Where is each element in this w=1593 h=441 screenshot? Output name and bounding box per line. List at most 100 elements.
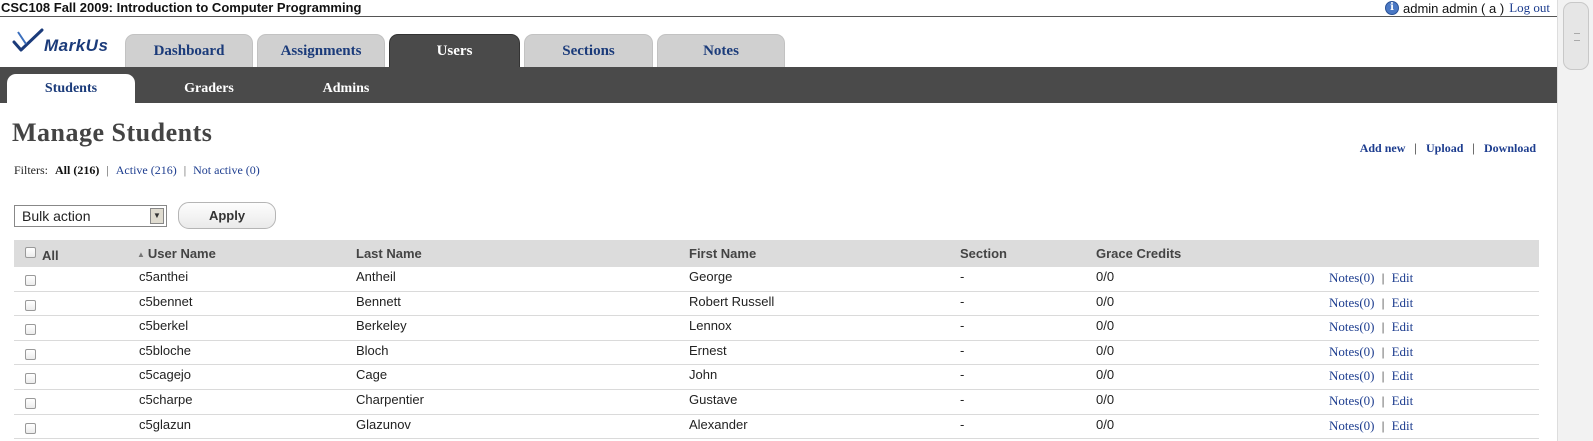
markus-logo[interactable]: MarkUs [12,26,108,56]
edit-link[interactable]: Edit [1392,418,1414,433]
header-grace-credits[interactable]: Grace Credits [1096,246,1181,261]
cell-section: - [960,391,965,407]
row-checkbox[interactable] [25,324,36,336]
page-title: Manage Students [12,118,213,147]
edit-link[interactable]: Edit [1392,270,1414,285]
notes-link[interactable]: Notes(0) [1329,344,1375,359]
user-area: i admin admin ( a ) Log out [1385,0,1550,16]
edit-link[interactable]: Edit [1392,393,1414,408]
tab-notes[interactable]: Notes [657,34,785,67]
notes-link[interactable]: Notes(0) [1329,368,1375,383]
bulk-action-value: Bulk action [22,208,91,224]
checkmark-logo-icon [12,28,44,52]
filter-not-active[interactable]: Not active (0) [193,163,260,178]
notes-link[interactable]: Notes(0) [1329,393,1375,408]
header-user-name-label: User Name [147,246,216,261]
cell-user-name: c5charpe [139,391,193,407]
select-all-checkbox[interactable] [25,247,36,258]
cell-last-name: Charpentier [356,391,424,407]
cell-first-name: Alexander [689,416,748,432]
user-name: admin admin [1403,0,1478,16]
table-row: c5charpe Charpentier Gustave - 0/0 Notes… [14,390,1539,415]
filter-active[interactable]: Active (216) [116,163,177,178]
edit-link[interactable]: Edit [1392,295,1414,310]
notes-link[interactable]: Notes(0) [1329,319,1375,334]
cell-first-name: Robert Russell [689,293,775,309]
tab-assignments[interactable]: Assignments [257,34,385,67]
add-new-link[interactable]: Add new [1360,141,1406,156]
separator: | [1381,368,1385,384]
vertical-scrollbar[interactable] [1557,0,1593,441]
students-table: All ▲ User Name Last Name First Name Sect… [14,240,1539,440]
cell-grace-credits: 0/0 [1096,293,1115,309]
apply-button[interactable]: Apply [178,202,276,229]
cell-grace-credits: 0/0 [1096,318,1115,334]
logout-link[interactable]: Log out [1509,0,1550,16]
tab-sections[interactable]: Sections [524,34,653,67]
tab-users[interactable]: Users [389,34,520,67]
filters: Filters: All (216) | Active (216) | Not … [14,163,260,178]
edit-link[interactable]: Edit [1392,319,1414,334]
header-user-name[interactable]: ▲ User Name [137,246,216,261]
cell-user-name: c5bloche [139,342,192,358]
row-actions: Notes(0) | Edit [1329,270,1413,286]
edit-link[interactable]: Edit [1392,344,1414,359]
subtab-students[interactable]: Students [7,74,135,103]
course-title: CSC108 Fall 2009: Introduction to Comput… [1,0,362,15]
row-checkbox[interactable] [25,299,36,311]
row-actions: Notes(0) | Edit [1329,295,1413,311]
row-checkbox[interactable] [25,373,36,385]
cell-grace-credits: 0/0 [1096,416,1115,432]
table-body: c5anthei Antheil George - 0/0 Notes(0) |… [14,267,1539,440]
table-row: c5cagejo Cage John - 0/0 Notes(0) | Edit [14,365,1539,390]
cell-section: - [960,416,965,432]
subtab-graders[interactable]: Graders [145,74,273,103]
table-row: c5bennet Bennett Robert Russell - 0/0 No… [14,292,1539,317]
cell-section: - [960,318,965,334]
subtab-admins[interactable]: Admins [282,74,410,103]
cell-grace-credits: 0/0 [1096,269,1115,284]
row-checkbox[interactable] [25,397,36,409]
page-actions: Add new | Upload | Download [1360,140,1536,156]
cell-grace-credits: 0/0 [1096,367,1115,383]
separator: | [183,163,187,177]
bulk-action-select[interactable]: Bulk action ▼ [14,205,167,227]
header-last-name[interactable]: Last Name [356,246,422,261]
top-bar: CSC108 Fall 2009: Introduction to Comput… [0,0,1593,17]
separator: | [1472,140,1475,155]
separator: | [1381,417,1385,433]
tab-dashboard[interactable]: Dashboard [125,34,253,67]
separator: | [1414,140,1418,155]
sort-ascending-icon: ▲ [137,250,145,260]
table-row: c5berkel Berkeley Lennox - 0/0 Notes(0) … [14,316,1539,341]
table-row: c5glazun Glazunov Alexander - 0/0 Notes(… [14,415,1539,440]
edit-link[interactable]: Edit [1392,368,1414,383]
row-checkbox[interactable] [25,422,36,434]
cell-last-name: Cage [356,367,388,383]
cell-section: - [960,269,965,284]
header-first-name[interactable]: First Name [689,246,756,261]
filter-all[interactable]: All (216) [55,163,99,178]
chevron-down-icon[interactable]: ▼ [150,208,164,224]
cell-first-name: John [689,367,718,383]
upload-link[interactable]: Upload [1426,141,1463,156]
notes-link[interactable]: Notes(0) [1329,270,1375,285]
row-actions: Notes(0) | Edit [1329,319,1413,335]
separator: | [1381,319,1385,335]
separator: | [1381,392,1385,408]
cell-grace-credits: 0/0 [1096,391,1115,407]
user-role-close: ) [1496,0,1505,16]
download-link[interactable]: Download [1484,141,1536,156]
header-section[interactable]: Section [960,246,1007,261]
notes-link[interactable]: Notes(0) [1329,295,1375,310]
cell-first-name: Gustave [689,391,738,407]
cell-user-name: c5anthei [139,269,189,284]
scrollbar-thumb[interactable] [1563,2,1589,70]
row-checkbox[interactable] [25,275,36,286]
cell-user-name: c5berkel [139,318,189,334]
info-icon[interactable]: i [1385,1,1399,15]
notes-link[interactable]: Notes(0) [1329,418,1375,433]
cell-section: - [960,367,965,383]
row-checkbox[interactable] [25,348,36,360]
cell-first-name: George [689,269,733,284]
